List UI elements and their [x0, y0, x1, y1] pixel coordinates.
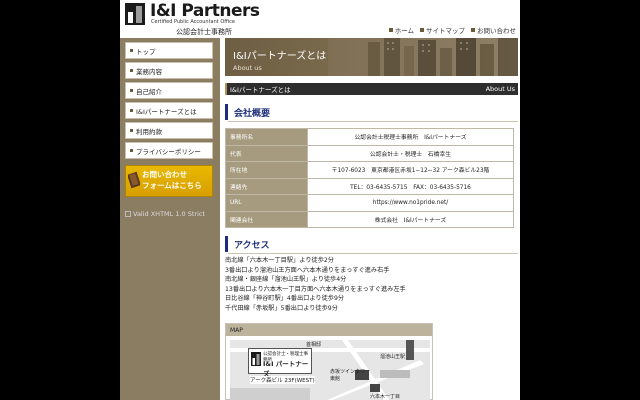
url-link[interactable]: https://www.no1pride.net/ — [307, 194, 514, 212]
sidebar-item-label: I&Iパートナーズとは — [136, 107, 197, 116]
contact-line2: フォームはこちら — [142, 181, 202, 190]
logo-name[interactable]: I&I Partners — [150, 1, 260, 21]
sidebar-item-label: トップ — [136, 47, 156, 56]
logo-tagline: Certified Public Accountant Office — [151, 19, 235, 25]
map-label: 溜池山王駅 — [380, 354, 406, 360]
contact-link[interactable]: お問い合わせ — [471, 25, 516, 35]
map-label: 赤坂ツインタワー — [330, 369, 371, 375]
bullet-icon — [130, 89, 133, 92]
sidebar-item-label: 業務内容 — [136, 67, 162, 76]
sidebar-item-top[interactable]: トップ — [125, 42, 213, 59]
table-row: 事務所名 公認会計士税理士事務所 I&Iパートナーズ — [225, 128, 514, 146]
table-row: 連絡先 TEL：03-6435-5715 FAX：03-6435-5716 — [225, 177, 514, 195]
table-value: 公認会計士税理士事務所 I&Iパートナーズ — [307, 128, 514, 146]
sidebar-item-label: プライバシーポリシー — [136, 147, 201, 156]
access-line: 千代田線「赤坂駅」5番出口より徒歩9分 — [225, 304, 338, 312]
table-row: URL https://www.no1pride.net/ — [225, 194, 514, 212]
table-row: 関連会社 株式会社 I&Iパートナーズ — [225, 210, 514, 228]
logo-icon — [251, 352, 261, 366]
header-links: ホーム サイトマップ お問い合わせ — [388, 25, 516, 35]
table-label: 連絡先 — [225, 177, 308, 195]
contact-line1: お問い合わせ — [142, 170, 187, 179]
valid-xhtml-badge[interactable]: Valid XHTML 1.0 Strict — [125, 210, 205, 218]
table-label: URL — [225, 194, 308, 212]
hero-banner: I&Iパートナーズとは About us — [225, 38, 518, 76]
sitemap-link-label: サイトマップ — [426, 27, 465, 35]
logo-icon — [125, 3, 145, 25]
header: I&I Partners Certified Public Accountant… — [120, 0, 520, 38]
bullet-icon — [130, 129, 133, 132]
table-row: 所在地 〒107-6023 東京都港区赤坂1−12−32 アーク森ビル23階 — [225, 161, 514, 179]
hero-title: I&Iパートナーズとは — [233, 51, 327, 62]
access-line: 13番出口より六本木一丁目方面へ六本木通りをまっすぐ進み左手 — [225, 285, 406, 293]
table-value: 株式会社 I&Iパートナーズ — [307, 210, 514, 228]
sidebar-item-label: 自己紹介 — [136, 87, 162, 96]
table-label: 事務所名 — [225, 128, 308, 146]
page: I&I Partners Certified Public Accountant… — [120, 0, 520, 400]
access-line: 3番出口より溜池山王方面へ六本木通りをまっすぐ進み右手 — [225, 266, 390, 274]
map-header: MAP — [226, 324, 432, 336]
section-title-bar: I&Iパートナーズとは About Us — [225, 83, 518, 95]
table-value: TEL：03-6435-5715 FAX：03-6435-5716 — [307, 177, 514, 195]
notebook-icon — [128, 171, 140, 189]
home-link-label: ホーム — [394, 27, 414, 35]
logo-subtitle: 公認会計士事務所 — [176, 28, 232, 36]
broken-image-icon — [125, 211, 131, 217]
table-label: 関連会社 — [225, 210, 308, 228]
bullet-icon — [471, 28, 475, 32]
bullet-icon — [130, 109, 133, 112]
company-table: 事務所名 公認会計士税理士事務所 I&Iパートナーズ 代表 公認会計士・税理士 石橋… — [225, 128, 514, 228]
company-heading: 会社概要 — [225, 104, 518, 122]
home-link[interactable]: ホーム — [388, 25, 414, 35]
map-label: 首相邸 — [306, 342, 322, 348]
table-row: 代表 公認会計士・税理士 石橋幸生 — [225, 144, 514, 162]
map-box: MAP 首相邸 溜池山王駅 赤坂ツインタワー 東館 六本木一丁目 公認会計士・税… — [225, 323, 433, 400]
map-building-label: アーク森ビル 23F(WEST) — [250, 376, 315, 384]
map-office-card: 公認会計士・税理士事務所 I&I パートナーズ — [248, 348, 312, 378]
sidebar-item-privacy[interactable]: プライバシーポリシー — [125, 142, 213, 159]
bullet-icon — [388, 28, 393, 32]
bullet-icon — [130, 49, 133, 52]
bullet-icon — [130, 149, 133, 152]
bullet-icon — [130, 69, 133, 72]
table-value: 公認会計士・税理士 石橋幸生 — [307, 144, 514, 162]
access-list: 南北線「六本木一丁目駅」より徒歩2分 3番出口より溜池山王方面へ六本木通りをまっ… — [225, 256, 406, 314]
section-title: I&Iパートナーズとは — [230, 86, 291, 94]
map-label: 東館 — [330, 376, 341, 382]
sidebar-item-label: 利用約款 — [136, 127, 162, 136]
sidebar: トップ 業務内容 自己紹介 I&Iパートナーズとは 利用約款 プライバシーポリシ… — [120, 38, 220, 400]
sitemap-link[interactable]: サイトマップ — [420, 25, 465, 35]
sidebar-item-about[interactable]: I&Iパートナーズとは — [125, 102, 213, 119]
contact-link-label: お問い合わせ — [477, 27, 516, 35]
bullet-icon — [420, 28, 424, 32]
access-line: 南北線・銀座線「溜池山王駅」より徒歩4分 — [225, 276, 347, 284]
main-content: I&Iパートナーズとは About us I&Iパートナーズとは About U… — [225, 38, 518, 400]
contact-form-text: お問い合わせ フォームはこちら — [142, 169, 202, 191]
access-line: 日比谷線「神谷町駅」4番出口より徒歩9分 — [225, 295, 345, 303]
sidebar-item-profile[interactable]: 自己紹介 — [125, 82, 213, 99]
section-title-en: About Us — [485, 85, 515, 93]
sidebar-item-services[interactable]: 業務内容 — [125, 62, 213, 79]
table-label: 所在地 — [225, 161, 308, 179]
sidebar-item-terms[interactable]: 利用約款 — [125, 122, 213, 139]
map-image[interactable]: 首相邸 溜池山王駅 赤坂ツインタワー 東館 六本木一丁目 公認会計士・税理士事務… — [230, 340, 430, 400]
city-skyline-image — [328, 38, 518, 76]
valid-xhtml-alt: Valid XHTML 1.0 Strict — [133, 210, 206, 218]
access-heading: アクセス — [225, 236, 518, 254]
hero-subtitle: About us — [233, 64, 262, 72]
table-value: 〒107-6023 東京都港区赤坂1−12−32 アーク森ビル23階 — [307, 161, 514, 179]
map-label: 六本木一丁目 — [370, 394, 401, 400]
contact-form-banner[interactable]: お問い合わせ フォームはこちら — [125, 165, 213, 197]
table-label: 代表 — [225, 144, 308, 162]
map-office-name: I&I パートナーズ — [263, 360, 309, 378]
access-line: 南北線「六本木一丁目駅」より徒歩2分 — [225, 257, 334, 264]
